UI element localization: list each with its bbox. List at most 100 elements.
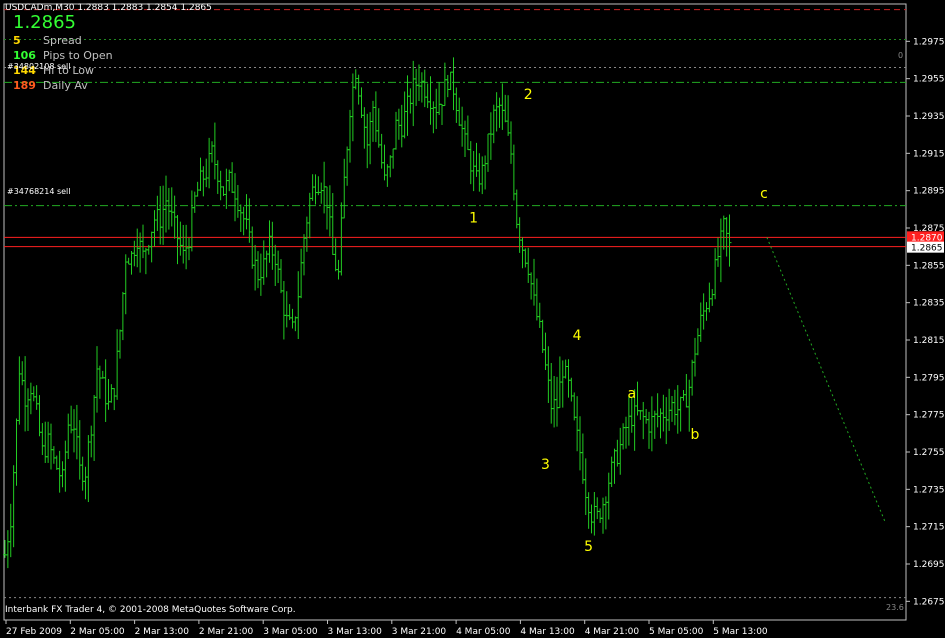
ohlc-bar xyxy=(279,259,283,294)
ohlc-bar xyxy=(192,191,197,213)
ohlc-bar xyxy=(649,396,654,452)
ohlc-bar xyxy=(431,101,436,134)
ohlc-bar xyxy=(718,218,723,283)
x-tick-label: 4 Mar 13:00 xyxy=(520,627,575,637)
ohlc-bar xyxy=(72,409,76,453)
ohlc-bar xyxy=(532,258,536,306)
ohlc-bar xyxy=(425,83,430,109)
ohlc-bar xyxy=(204,158,209,188)
ohlc-bar xyxy=(454,87,459,123)
ohlc-bar xyxy=(463,120,467,158)
ohlc-bar xyxy=(152,210,157,247)
ohlc-bar xyxy=(66,413,71,459)
order-label-sell-1[interactable]: #34802108 sell xyxy=(7,62,71,71)
ohlc-bar xyxy=(529,272,534,300)
stat-spread-value: 5 xyxy=(13,34,21,47)
ohlc-bar xyxy=(644,408,649,424)
ohlc-bar xyxy=(517,217,522,253)
ohlc-bar xyxy=(480,156,485,195)
ohlc-bar xyxy=(376,108,381,148)
x-tick-label: 3 Mar 13:00 xyxy=(328,627,383,637)
ohlc-bar xyxy=(46,421,51,463)
ohlc-bar xyxy=(618,427,623,475)
wave-label-2: 2 xyxy=(524,87,533,103)
ohlc-bar xyxy=(267,220,272,263)
ohlc-bar xyxy=(17,356,22,425)
ohlc-bar xyxy=(276,250,281,283)
ohlc-bar xyxy=(26,388,30,432)
ohlc-bar xyxy=(615,439,620,467)
ohlc-bar xyxy=(652,410,657,439)
y-tick-label: 1.2935 xyxy=(913,112,945,122)
ohlc-bar xyxy=(336,259,341,280)
ohlc-bar xyxy=(670,395,674,422)
ohlc-bar xyxy=(713,248,718,300)
ohlc-bar xyxy=(534,278,539,321)
y-tick-label: 1.2795 xyxy=(913,373,945,383)
ohlc-bar xyxy=(394,111,398,150)
ohlc-bar xyxy=(258,253,263,296)
x-tick-label: 2 Mar 05:00 xyxy=(70,627,125,637)
ohlc-bar xyxy=(474,142,479,177)
y-tick-label: 1.2855 xyxy=(913,261,945,271)
chart-frame xyxy=(3,3,907,621)
ohlc-bar xyxy=(49,423,53,470)
ohlc-bar xyxy=(69,405,74,434)
ohlc-bar xyxy=(704,302,709,321)
ohlc-bar xyxy=(307,192,312,239)
ohlc-bar xyxy=(77,420,82,480)
ohlc-bar xyxy=(273,244,278,287)
ohlc-bar xyxy=(503,94,508,123)
ohlc-bar xyxy=(437,82,442,115)
ohlc-bar xyxy=(74,404,79,460)
wave-label-5: 5 xyxy=(584,539,593,555)
wave-label-1: 1 xyxy=(469,210,478,226)
ohlc-bar xyxy=(181,224,186,264)
y-tick-label: 1.2775 xyxy=(913,411,945,421)
ohlc-bar xyxy=(164,175,168,233)
ohlc-bar xyxy=(411,60,416,127)
ohlc-bar xyxy=(399,104,404,148)
ohlc-bar xyxy=(578,416,582,471)
ohlc-bar xyxy=(595,497,600,520)
ohlc-bar xyxy=(509,121,513,164)
ohlc-bar xyxy=(89,425,94,458)
stat-spread: 5 Spread xyxy=(13,34,82,47)
ohlc-bar xyxy=(169,187,174,227)
x-tick-label: 2 Mar 21:00 xyxy=(199,627,254,637)
ohlc-bar xyxy=(402,91,407,139)
ohlc-bar xyxy=(494,92,499,132)
ohlc-bar xyxy=(385,164,390,187)
ohlc-bar xyxy=(500,83,505,130)
ohlc-bar xyxy=(672,389,677,426)
ohlc-bar xyxy=(388,155,393,178)
ohlc-bar xyxy=(299,248,304,299)
ohlc-bar xyxy=(606,472,611,520)
x-tick-label: 4 Mar 05:00 xyxy=(456,627,511,637)
ohlc-bar xyxy=(589,504,594,534)
ohlc-bar xyxy=(8,503,13,558)
ohlc-bar xyxy=(707,282,712,313)
ohlc-bar xyxy=(468,141,473,185)
ohlc-bar xyxy=(109,384,114,403)
ohlc-bar xyxy=(419,72,424,103)
ohlc-bar xyxy=(112,388,117,411)
ohlc-bar xyxy=(488,112,493,160)
stat-pips-value: 106 xyxy=(13,49,36,62)
ohlc-bar xyxy=(353,69,358,90)
price-chart[interactable]: 1 2 3 4 5 a b c 1.2975 1.2955 1.2935 1.2915 1.2895 1… xyxy=(0,0,945,638)
ohlc-values: 1.2883 1.2883 1.2854 1.2865 xyxy=(77,3,212,13)
ohlc-bar xyxy=(716,237,720,267)
ohlc-bar xyxy=(155,195,160,232)
ohlc-bar xyxy=(28,382,33,415)
ohlc-bar xyxy=(477,153,482,192)
ohlc-bar xyxy=(138,232,143,273)
ohlc-bar xyxy=(198,157,203,191)
stat-pips-to-open: 106 Pips to Open xyxy=(13,49,113,62)
ohlc-bar xyxy=(290,308,295,329)
order-label-sell-2[interactable]: #34768214 sell xyxy=(7,187,71,196)
ohlc-bar xyxy=(514,189,519,229)
ohlc-bar xyxy=(549,363,554,424)
ohlc-bar xyxy=(51,446,56,464)
y-tick-label: 1.2755 xyxy=(913,448,945,458)
